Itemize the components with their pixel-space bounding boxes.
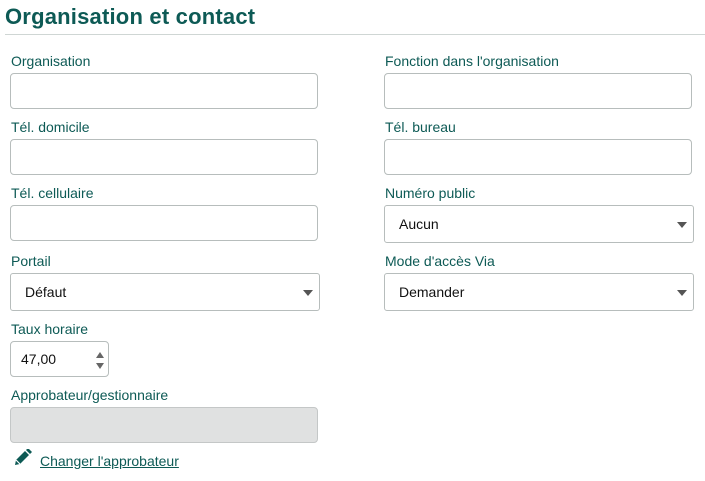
organisation-label: Organisation (11, 53, 91, 69)
mode-acces-label: Mode d'accès Via (385, 253, 495, 269)
portail-value: Défaut (25, 284, 67, 300)
tel-bureau-label: Tél. bureau (385, 119, 456, 135)
spin-up-icon[interactable] (96, 352, 104, 358)
tel-bureau-input[interactable] (384, 139, 692, 175)
taux-horaire-input[interactable]: 47,00 (10, 341, 109, 377)
tel-domicile-input[interactable] (10, 139, 318, 175)
tel-domicile-label: Tél. domicile (11, 119, 90, 135)
numero-public-value: Aucun (399, 216, 439, 232)
spin-down-icon[interactable] (96, 363, 104, 369)
numero-public-select[interactable]: Aucun (384, 205, 694, 243)
mode-acces-value: Demander (399, 284, 465, 300)
portail-label: Portail (11, 253, 51, 269)
taux-horaire-label: Taux horaire (11, 321, 89, 337)
mode-acces-select[interactable]: Demander (384, 273, 694, 311)
section-divider (5, 34, 705, 35)
fonction-label: Fonction dans l'organisation (385, 53, 559, 69)
taux-horaire-value: 47,00 (21, 351, 57, 367)
approbateur-input (10, 407, 318, 443)
approbateur-label: Approbateur/gestionnaire (11, 387, 169, 403)
numero-public-label: Numéro public (385, 185, 476, 201)
fonction-input[interactable] (384, 73, 692, 109)
change-approver-link[interactable]: Changer l'approbateur (40, 453, 179, 469)
organisation-input[interactable] (10, 73, 318, 109)
chevron-down-icon (677, 290, 687, 296)
chevron-down-icon (303, 290, 313, 296)
tel-cellulaire-label: Tél. cellulaire (11, 185, 94, 201)
portail-select[interactable]: Défaut (10, 273, 320, 311)
pencil-icon (13, 448, 33, 472)
tel-cellulaire-input[interactable] (10, 205, 318, 241)
section-title: Organisation et contact (5, 4, 256, 29)
change-approver-row[interactable]: Changer l'approbateur (13, 448, 179, 472)
chevron-down-icon (677, 222, 687, 228)
